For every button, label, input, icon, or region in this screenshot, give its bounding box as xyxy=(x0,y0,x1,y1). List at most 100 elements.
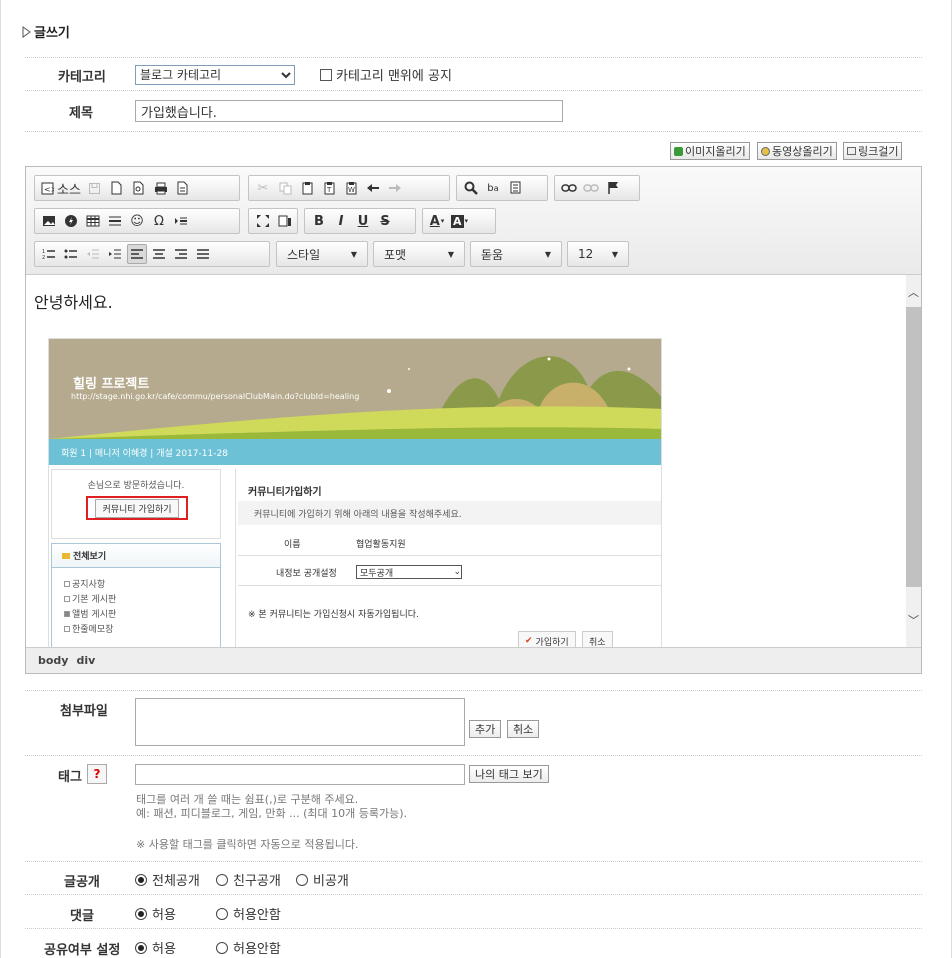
subject-input[interactable] xyxy=(135,100,563,122)
divider xyxy=(25,131,922,132)
editor-scrollbar[interactable]: ︿ ﹀ xyxy=(906,275,921,647)
special-char-icon[interactable]: Ω xyxy=(149,211,169,231)
find-icon[interactable] xyxy=(461,178,481,198)
flash-icon[interactable] xyxy=(61,211,81,231)
show-blocks-icon[interactable] xyxy=(275,211,295,231)
svg-text:W: W xyxy=(348,186,355,194)
radio-unselected[interactable] xyxy=(296,873,308,886)
radio-unselected[interactable] xyxy=(216,941,228,954)
paste-icon[interactable] xyxy=(297,178,317,198)
svg-text:T: T xyxy=(326,186,332,194)
select-all-icon[interactable] xyxy=(505,178,525,198)
menu-label: 공지사항 xyxy=(72,580,106,590)
menu-label: 앨범 게시판 xyxy=(72,610,117,620)
rich-text-editor: <> 소스 ✂ xyxy=(25,166,922,674)
divider xyxy=(238,555,661,556)
paste-text-icon[interactable]: T xyxy=(319,178,339,198)
cut-icon[interactable]: ✂ xyxy=(253,178,273,198)
style-dropdown[interactable]: 스타일 ▼ xyxy=(276,241,368,267)
link-button[interactable]: 링크걸기 xyxy=(843,142,903,160)
chain-link-icon[interactable] xyxy=(559,178,579,198)
attach-add-button[interactable]: 추가 xyxy=(469,720,502,738)
image-upload-button[interactable]: 이미지올리기 xyxy=(670,142,750,160)
smiley-icon[interactable]: ☺ xyxy=(127,211,147,231)
path-body[interactable]: body xyxy=(38,654,68,667)
bold-button[interactable]: B xyxy=(309,211,329,231)
font-size-label: 12 xyxy=(578,247,594,261)
category-notice-checkbox[interactable]: 카테고리 맨위에 공지 xyxy=(320,65,452,84)
share-option-allow[interactable]: 허용 xyxy=(135,938,176,957)
privacy-value: 모두공개 xyxy=(360,568,394,579)
comments-label: 댓글 xyxy=(70,909,94,924)
visibility-option-friends[interactable]: 친구공개 xyxy=(216,870,281,889)
align-right-icon[interactable] xyxy=(171,244,191,264)
radio-selected[interactable] xyxy=(135,873,147,886)
image-icon[interactable] xyxy=(39,211,59,231)
attach-file-list[interactable] xyxy=(135,698,465,746)
bg-color-glyph: A xyxy=(451,214,464,228)
checkbox-box[interactable] xyxy=(320,68,332,81)
comments-option-allow[interactable]: 허용 xyxy=(135,904,176,923)
divider xyxy=(238,585,661,586)
indent-icon[interactable] xyxy=(105,244,125,264)
body-text[interactable]: 안녕하세요. xyxy=(34,289,113,313)
visibility-option-public[interactable]: 전체공개 xyxy=(135,870,200,889)
attach-cancel-button[interactable]: 취소 xyxy=(507,720,540,738)
font-size-dropdown[interactable]: 12 ▼ xyxy=(567,241,629,267)
underline-button[interactable]: U xyxy=(353,211,373,231)
list-item: 공지사항 xyxy=(64,576,220,591)
table-icon[interactable] xyxy=(83,211,103,231)
radio-selected[interactable] xyxy=(135,907,147,920)
scroll-down-icon[interactable]: ﹀ xyxy=(906,611,921,631)
visibility-option-private[interactable]: 비공개 xyxy=(296,870,349,889)
paste-word-icon[interactable]: W xyxy=(341,178,361,198)
align-center-icon[interactable] xyxy=(149,244,169,264)
page-break-icon[interactable] xyxy=(171,211,191,231)
horizontal-rule-icon[interactable] xyxy=(105,211,125,231)
save-icon[interactable] xyxy=(85,178,105,198)
font-dropdown-label: 돋움 xyxy=(481,247,504,262)
radio-unselected[interactable] xyxy=(216,907,228,920)
comments-option-deny[interactable]: 허용안함 xyxy=(216,904,281,923)
undo-icon[interactable] xyxy=(363,178,383,198)
menu-label: 기본 게시판 xyxy=(72,595,117,605)
format-dropdown[interactable]: 포맷 ▼ xyxy=(373,241,465,267)
radio-label: 비공개 xyxy=(313,874,349,889)
anchor-flag-icon[interactable] xyxy=(603,178,623,198)
visitor-text: 손님으로 방문하셨습니다. xyxy=(87,481,185,491)
preview-icon[interactable] xyxy=(129,178,149,198)
italic-button[interactable]: I xyxy=(331,211,351,231)
templates-icon[interactable] xyxy=(173,178,193,198)
replace-icon[interactable]: ba xyxy=(483,178,503,198)
align-left-icon[interactable] xyxy=(127,244,147,264)
align-justify-icon[interactable] xyxy=(193,244,213,264)
radio-label: 허용 xyxy=(152,908,176,923)
editor-content-area[interactable]: 안녕하세요. 힐링 프로젝트 http://stage.nhi.go.kr/ca… xyxy=(26,275,906,647)
tag-input[interactable] xyxy=(135,764,465,785)
source-button[interactable]: <> 소스 xyxy=(39,178,83,198)
numbered-list-icon[interactable]: 12 xyxy=(39,244,59,264)
redo-icon[interactable] xyxy=(385,178,405,198)
text-color-button[interactable]: A ▾ xyxy=(427,211,447,231)
help-icon[interactable]: ? xyxy=(87,764,107,784)
path-div[interactable]: div xyxy=(76,654,95,667)
radio-unselected[interactable] xyxy=(216,873,228,886)
font-dropdown[interactable]: 돋움 ▼ xyxy=(470,241,562,267)
format-dropdown-label: 포맷 xyxy=(384,247,407,262)
radio-selected[interactable] xyxy=(135,941,147,954)
unlink-icon[interactable] xyxy=(581,178,601,198)
bulleted-list-icon[interactable] xyxy=(61,244,81,264)
copy-icon[interactable] xyxy=(275,178,295,198)
scroll-up-icon[interactable]: ︿ xyxy=(906,283,921,303)
new-page-icon[interactable] xyxy=(107,178,127,198)
share-option-deny[interactable]: 허용안함 xyxy=(216,938,281,957)
background-color-button[interactable]: A ▾ xyxy=(449,211,470,231)
outdent-icon[interactable] xyxy=(83,244,103,264)
category-select[interactable]: 블로그 카테고리 xyxy=(135,65,295,85)
scrollbar-thumb[interactable] xyxy=(906,307,921,587)
video-upload-button[interactable]: 동영상올리기 xyxy=(757,142,837,160)
print-icon[interactable] xyxy=(151,178,171,198)
strikethrough-button[interactable]: S xyxy=(375,211,395,231)
my-tags-button[interactable]: 나의 태그 보기 xyxy=(469,765,549,783)
maximize-icon[interactable] xyxy=(253,211,273,231)
